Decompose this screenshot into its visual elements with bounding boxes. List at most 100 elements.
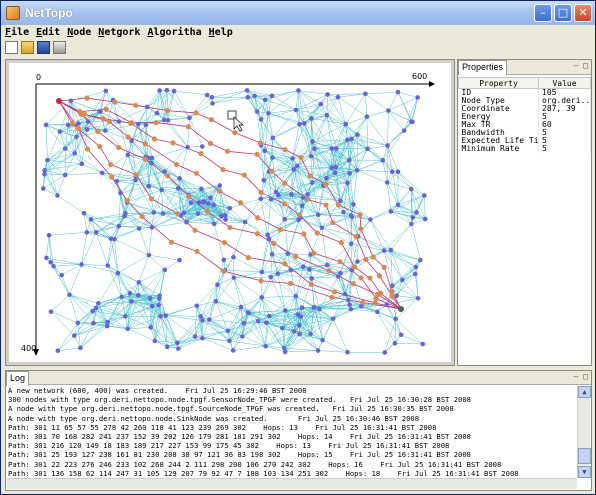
- sensor-node[interactable]: [218, 213, 224, 219]
- path-node[interactable]: [377, 290, 384, 296]
- property-row[interactable]: Minimum Rate 5: [458, 145, 591, 153]
- sensor-node[interactable]: [125, 326, 130, 332]
- path-node[interactable]: [193, 170, 199, 176]
- sensor-node[interactable]: [102, 128, 108, 133]
- sensor-node[interactable]: [268, 274, 274, 280]
- sensor-node[interactable]: [85, 119, 91, 124]
- path-node[interactable]: [389, 293, 395, 299]
- sensor-node[interactable]: [177, 176, 182, 181]
- sensor-node[interactable]: [200, 335, 205, 341]
- sensor-node[interactable]: [187, 115, 192, 121]
- sensor-node[interactable]: [345, 349, 350, 355]
- path-node[interactable]: [351, 264, 358, 270]
- sensor-node[interactable]: [241, 320, 247, 326]
- sensor-node[interactable]: [268, 196, 274, 202]
- sensor-node[interactable]: [51, 263, 56, 269]
- sensor-node[interactable]: [296, 88, 301, 93]
- path-node[interactable]: [282, 180, 288, 186]
- sensor-node[interactable]: [305, 192, 311, 197]
- path-node[interactable]: [133, 102, 139, 108]
- sensor-node[interactable]: [325, 92, 330, 97]
- path-node[interactable]: [304, 196, 311, 202]
- sensor-node[interactable]: [335, 94, 341, 100]
- sensor-node[interactable]: [410, 215, 415, 220]
- sensor-node[interactable]: [395, 169, 401, 175]
- path-node[interactable]: [185, 124, 191, 130]
- menu-help[interactable]: Help: [205, 25, 233, 41]
- path-node[interactable]: [170, 140, 176, 146]
- sensor-node[interactable]: [290, 156, 295, 161]
- sensor-node[interactable]: [136, 292, 141, 298]
- sensor-node[interactable]: [221, 257, 227, 263]
- sensor-node[interactable]: [297, 323, 302, 328]
- sensor-node[interactable]: [44, 255, 49, 261]
- sensor-node[interactable]: [266, 236, 272, 242]
- sensor-node[interactable]: [282, 216, 287, 222]
- path-node[interactable]: [84, 95, 90, 101]
- path-node[interactable]: [124, 198, 130, 204]
- sensor-node[interactable]: [408, 186, 414, 192]
- open-icon[interactable]: [21, 41, 34, 54]
- sensor-node[interactable]: [122, 213, 127, 219]
- path-node[interactable]: [192, 227, 198, 233]
- sensor-node[interactable]: [262, 97, 268, 103]
- sensor-node[interactable]: [144, 104, 150, 110]
- sensor-node[interactable]: [309, 180, 315, 185]
- path-node[interactable]: [360, 299, 366, 306]
- sensor-node[interactable]: [76, 121, 81, 126]
- sensor-node[interactable]: [291, 329, 297, 334]
- sensor-node[interactable]: [265, 232, 270, 238]
- path-node[interactable]: [257, 140, 263, 146]
- sensor-node[interactable]: [231, 254, 236, 260]
- path-node[interactable]: [277, 226, 284, 233]
- sensor-node[interactable]: [160, 211, 166, 216]
- sensor-node[interactable]: [206, 201, 211, 206]
- pane-controls-icon[interactable]: – □: [574, 61, 588, 70]
- sensor-node[interactable]: [299, 305, 305, 310]
- path-node[interactable]: [232, 130, 238, 136]
- sensor-node[interactable]: [40, 186, 46, 191]
- sensor-node[interactable]: [329, 146, 335, 151]
- path-node[interactable]: [350, 281, 356, 287]
- path-node[interactable]: [216, 188, 223, 194]
- sensor-node[interactable]: [266, 111, 271, 116]
- sensor-node[interactable]: [162, 267, 168, 273]
- sensor-node[interactable]: [364, 114, 370, 119]
- sensor-node[interactable]: [55, 348, 61, 354]
- sink-node[interactable]: [398, 306, 404, 312]
- sensor-node[interactable]: [156, 302, 162, 308]
- path-node[interactable]: [323, 181, 329, 187]
- path-node[interactable]: [97, 143, 103, 150]
- sensor-node[interactable]: [381, 248, 387, 253]
- path-node[interactable]: [193, 110, 199, 116]
- property-row[interactable]: Coordinate 287, 39: [458, 105, 591, 113]
- property-row[interactable]: Expected Life Time5: [458, 137, 591, 145]
- sensor-node[interactable]: [84, 127, 90, 132]
- sensor-node[interactable]: [261, 177, 267, 183]
- sensor-node[interactable]: [345, 180, 350, 186]
- path-node[interactable]: [227, 224, 233, 231]
- path-node[interactable]: [330, 219, 336, 226]
- sensor-node[interactable]: [215, 282, 220, 288]
- path-node[interactable]: [77, 108, 83, 115]
- scroll-down-icon[interactable]: ▼: [578, 466, 591, 478]
- path-node[interactable]: [293, 253, 299, 260]
- sensor-node[interactable]: [181, 210, 187, 216]
- sensor-node[interactable]: [385, 143, 390, 148]
- sensor-node[interactable]: [341, 209, 346, 215]
- sensor-node[interactable]: [91, 320, 96, 326]
- path-node[interactable]: [308, 281, 314, 287]
- sensor-node[interactable]: [156, 296, 162, 301]
- sensor-node[interactable]: [158, 313, 163, 319]
- sensor-node[interactable]: [152, 338, 158, 344]
- sensor-node[interactable]: [207, 317, 212, 322]
- sensor-node[interactable]: [194, 303, 200, 309]
- path-node[interactable]: [245, 255, 251, 261]
- sensor-node[interactable]: [103, 88, 109, 94]
- sensor-node[interactable]: [97, 109, 102, 114]
- sensor-node[interactable]: [270, 135, 276, 141]
- path-node[interactable]: [139, 213, 145, 220]
- sensor-node[interactable]: [384, 302, 390, 307]
- sensor-node[interactable]: [308, 331, 313, 337]
- sensor-node[interactable]: [136, 226, 142, 231]
